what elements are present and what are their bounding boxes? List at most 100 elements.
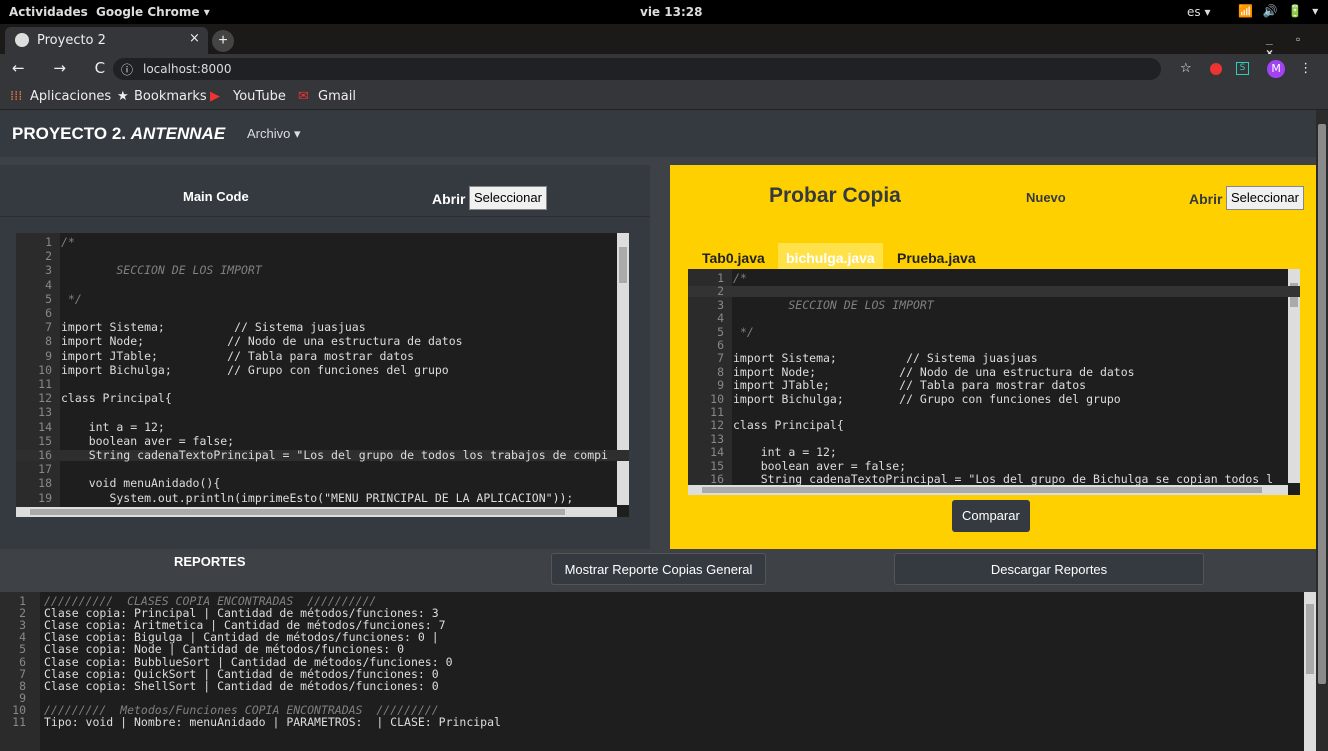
main-code-editor[interactable]: 1/* 2 3 SECCION DE LOS IMPORT 4 5 */ 6 7 import… — [16, 233, 629, 517]
editor-line[interactable]: 14 int a = 12; — [688, 445, 1300, 460]
site-info-icon[interactable]: ⓘ — [121, 61, 133, 78]
seleccionar-button[interactable]: Seleccionar — [469, 186, 547, 210]
tab-close-icon[interactable]: × — [189, 31, 200, 46]
editor-line[interactable]: 11 — [688, 406, 1300, 418]
apps-grid-icon[interactable]: ⁞⁞⁞ — [10, 89, 22, 104]
browser-tab[interactable]: Proyecto 2 × — [5, 27, 208, 54]
language-indicator[interactable]: es ▾ — [1187, 5, 1210, 19]
main-code-title: Main Code — [183, 189, 249, 204]
editor-line[interactable]: 15 boolean aver = false; — [16, 435, 629, 447]
editor-line[interactable]: 10 import Bichulga; // Grupo con funcione… — [16, 362, 629, 377]
editor-line[interactable]: 6 — [688, 339, 1300, 351]
line-code: */ — [733, 324, 754, 339]
editor-horizontal-scrollbar[interactable] — [688, 485, 1288, 495]
line-number: 3 — [717, 297, 724, 312]
editor-line[interactable]: 5 */ — [16, 293, 629, 305]
bookmark-star-icon[interactable]: ☆ — [1180, 61, 1192, 76]
editor-line[interactable]: 5 Clase copia: Node | Cantidad de métodos… — [0, 643, 1304, 655]
editor-line[interactable]: 9 import JTable; // Tabla para mostrar da… — [688, 379, 1300, 391]
editor-line[interactable]: 19 System.out.println(imprimeEsto("MENU … — [16, 492, 629, 504]
editor-line[interactable]: 13 — [688, 433, 1300, 445]
line-number: 11 — [38, 377, 52, 391]
abrir-label: Abrir — [432, 191, 466, 207]
line-code: SECCION DE LOS IMPORT — [61, 263, 262, 278]
editor-line[interactable]: 15 boolean aver = false; — [688, 460, 1300, 472]
app-navbar: PROYECTO 2. ANTENNAE Archivo ▾ — [0, 110, 1316, 157]
line-code: int a = 12; — [733, 445, 837, 460]
comparar-button[interactable]: Comparar — [952, 500, 1030, 532]
mostrar-reporte-button[interactable]: Mostrar Reporte Copias General — [551, 553, 766, 585]
bookmark-bookmarks[interactable]: Bookmarks — [134, 89, 207, 104]
extension-s-icon[interactable]: S — [1235, 62, 1249, 75]
editor-line[interactable]: 18 void menuAnidado(){ — [16, 476, 629, 491]
activities-button[interactable]: Actividades — [9, 5, 88, 19]
editor-line[interactable]: 7 import Sistema; // Sistema juasjuas — [16, 321, 629, 333]
profile-avatar[interactable]: M — [1267, 60, 1286, 78]
editor-line[interactable]: 2 — [688, 286, 1300, 298]
probar-code-editor[interactable]: 1/* 2 3 SECCION DE LOS IMPORT 4 5 */6 7 import… — [688, 269, 1300, 495]
editor-line[interactable]: 12 class Principal{ — [688, 420, 1300, 432]
editor-line[interactable]: 9 — [0, 692, 1304, 704]
nuevo-button[interactable]: Nuevo — [1026, 190, 1066, 205]
reportes-title: REPORTES — [174, 554, 246, 569]
editor-vertical-scrollbar[interactable] — [1304, 592, 1316, 751]
line-number: 18 — [38, 476, 52, 491]
editor-line[interactable]: 2 — [16, 250, 629, 262]
gmail-icon[interactable]: ✉ — [298, 89, 309, 104]
chrome-menu-icon[interactable]: ⋮ — [1299, 61, 1312, 76]
editor-horizontal-scrollbar[interactable] — [16, 507, 617, 517]
line-code: Clase copia: BubblueSort | Cantidad de m… — [44, 654, 453, 669]
browser-tab-bar: Proyecto 2 × + _ ▫ × — [0, 24, 1328, 60]
editor-line[interactable]: 16 String cadenaTextoPrincipal = "Los de… — [688, 473, 1300, 485]
line-code: import Node; // Nodo de una estructura d… — [733, 364, 1135, 379]
bookmark-gmail[interactable]: Gmail — [318, 89, 356, 104]
page-scrollbar[interactable] — [1316, 110, 1328, 751]
app-menu[interactable]: Google Chrome ▾ — [96, 5, 210, 19]
editor-line[interactable]: 12 class Principal{ — [16, 391, 629, 406]
editor-line[interactable]: 14 int a = 12; — [16, 419, 629, 434]
editor-line[interactable]: 4 — [16, 279, 629, 291]
editor-line[interactable]: 17 — [16, 463, 629, 475]
editor-line[interactable]: 16 String cadenaTextoPrincipal = "Los de… — [16, 448, 629, 462]
bookmark-youtube[interactable]: YouTube — [233, 89, 286, 104]
editor-line[interactable]: 9 import JTable; // Tabla para mostrar da… — [16, 350, 629, 362]
line-code: int a = 12; — [61, 419, 165, 434]
line-number: 6 — [19, 654, 26, 669]
line-code: import Sistema; // Sistema juasjuas — [733, 351, 1038, 366]
bookmark-aplicaciones[interactable]: Aplicaciones — [30, 89, 111, 104]
reportes-editor[interactable]: 1////////// CLASES COPIA ENCONTRADAS ///… — [0, 592, 1316, 751]
editor-line[interactable]: 1 /* — [16, 236, 629, 248]
editor-line[interactable]: 5 */ — [688, 324, 1300, 339]
editor-line[interactable]: 6 — [16, 307, 629, 319]
descargar-reportes-button[interactable]: Descargar Reportes — [894, 553, 1204, 585]
url-text[interactable]: localhost:8000 — [143, 62, 231, 76]
editor-line[interactable]: 7 import Sistema; // Sistema juasjuas — [688, 351, 1300, 366]
line-code: Tipo: void | Nombre: menuAnidado | PARAM… — [44, 715, 501, 729]
editor-line[interactable]: 4 — [688, 312, 1300, 324]
editor-line[interactable]: 11 — [16, 377, 629, 391]
editor-line[interactable]: 13 — [16, 407, 629, 419]
archivo-menu[interactable]: Archivo ▾ — [247, 126, 301, 142]
clock[interactable]: vie 13:28 — [640, 5, 702, 19]
youtube-icon[interactable]: ▶ — [210, 89, 220, 104]
editor-line[interactable]: 8 import Node; // Nodo de una estructura … — [688, 364, 1300, 379]
editor-line[interactable]: 8 Clase copia: ShellSort | Cantidad de mé… — [0, 680, 1304, 692]
editor-line[interactable]: 3 SECCION DE LOS IMPORT — [16, 263, 629, 278]
new-tab-button[interactable]: + — [212, 30, 234, 52]
editor-line[interactable]: 1 /* — [688, 272, 1300, 284]
editor-line[interactable]: 6 Clase copia: BubblueSort | Cantidad de … — [0, 656, 1304, 668]
editor-line[interactable]: 3 SECCION DE LOS IMPORT — [688, 297, 1300, 312]
line-code: class Principal{ — [61, 391, 172, 406]
editor-line[interactable]: 7 Clase copia: QuickSort | Cantidad de mé… — [0, 668, 1304, 680]
editor-line[interactable]: 8 import Node; // Nodo de una estructura … — [16, 336, 629, 348]
editor-line[interactable]: 11 Tipo: void | Nombre: menuAnidado | PAR… — [0, 716, 1304, 728]
extension-red-icon[interactable] — [1209, 62, 1222, 75]
address-bar[interactable]: ⓘ localhost:8000 — [113, 58, 1161, 80]
bookmarks-star-icon[interactable]: ★ — [117, 89, 129, 104]
line-number: 10 — [38, 362, 52, 377]
system-menu-icons[interactable]: 📶 🔊 🔋 ▾ — [1238, 4, 1321, 18]
line-number: 16 — [38, 448, 52, 462]
seleccionar-button[interactable]: Seleccionar — [1226, 186, 1304, 210]
editor-line[interactable]: 10 import Bichulga; // Grupo con funcione… — [688, 393, 1300, 405]
line-number: 7 — [717, 351, 724, 366]
